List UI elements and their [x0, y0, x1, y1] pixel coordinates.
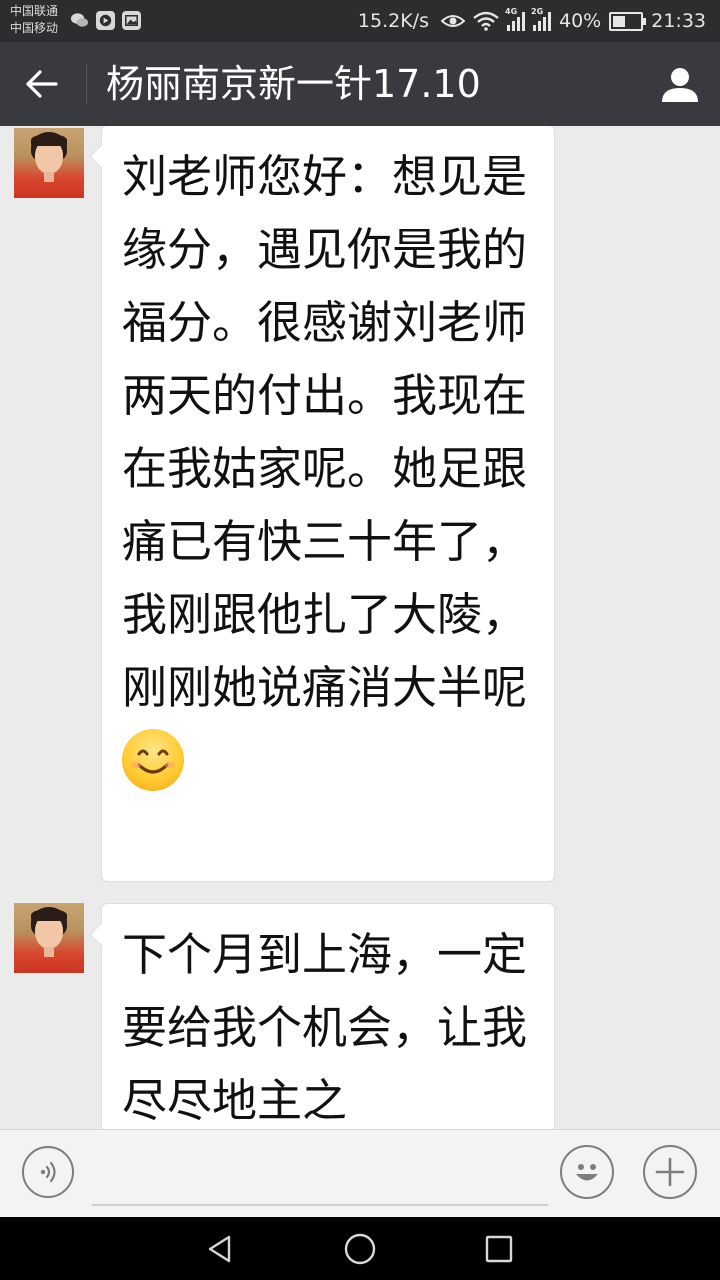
emoji-icon [576, 1164, 598, 1181]
photo-app-icon [122, 11, 141, 30]
input-bar [0, 1129, 720, 1218]
plus-icon [655, 1157, 685, 1187]
message-bubble[interactable]: 刘老师您好：想见是缘分，遇见你是我的福分。很感谢刘老师两天的付出。我现在在我姑家… [101, 126, 555, 882]
chat-info-button[interactable] [656, 60, 704, 108]
header-divider [86, 64, 87, 104]
system-nav-bar [0, 1217, 720, 1280]
emoji-button[interactable] [560, 1145, 614, 1199]
contact-avatar[interactable] [14, 903, 84, 973]
carrier-info: 中国联通 中国移动 [10, 3, 58, 37]
nav-home-icon [344, 1233, 376, 1265]
signal-4g-icon: 4G [505, 7, 525, 31]
wechat-icon [70, 13, 89, 27]
voice-icon [40, 1161, 56, 1183]
nav-home-button[interactable] [338, 1227, 382, 1271]
video-app-icon [96, 11, 115, 30]
nav-back-button[interactable] [198, 1227, 242, 1271]
voice-button[interactable] [22, 1146, 74, 1198]
status-bar: 中国联通 中国移动 15.2K/s 4G 2G 40% 21:33 [0, 0, 720, 42]
signal-2g-icon: 2G [531, 7, 551, 31]
nav-back-icon [208, 1235, 231, 1263]
clock: 21:33 [651, 10, 706, 32]
message-bubble[interactable]: 下个月到上海，一定要给我个机会，让我尽尽地主之 [101, 903, 555, 1129]
battery-icon [609, 11, 647, 31]
chat-header: 杨丽南京新一针17.10 [0, 42, 720, 126]
back-button[interactable] [18, 60, 66, 108]
network-tag-2: 2G [531, 7, 544, 16]
nav-recents-icon [485, 1235, 513, 1263]
nav-recents-button[interactable] [477, 1227, 521, 1271]
network-speed: 15.2K/s [357, 10, 429, 32]
person-icon [662, 68, 698, 102]
battery-percent: 40% [559, 10, 602, 32]
message-input[interactable] [92, 1146, 548, 1206]
contact-avatar[interactable] [14, 128, 84, 198]
network-tag-1: 4G [505, 7, 518, 16]
message-text: 刘老师您好：想见是缘分，遇见你是我的福分。很感谢刘老师两天的付出。我现在在我姑家… [122, 150, 528, 714]
eye-comfort-icon [441, 15, 465, 27]
wifi-icon [473, 11, 499, 31]
battery-level [613, 15, 626, 27]
more-button[interactable] [643, 1145, 697, 1199]
arrow-left-icon [26, 70, 58, 98]
message-list[interactable]: 刘老师您好：想见是缘分，遇见你是我的福分。很感谢刘老师两天的付出。我现在在我姑家… [0, 126, 720, 1129]
carrier-2: 中国移动 [10, 21, 59, 35]
smiling-face-emoji-icon [122, 729, 184, 791]
status-indicators: 15.2K/s 4G 2G 40% 21:33 [358, 0, 706, 42]
carrier-1: 中国联通 [10, 4, 59, 18]
chat-title: 杨丽南京新一针17.10 [106, 62, 481, 106]
message-text: 下个月到上海，一定要给我个机会，让我尽尽地主之 [122, 928, 528, 1127]
